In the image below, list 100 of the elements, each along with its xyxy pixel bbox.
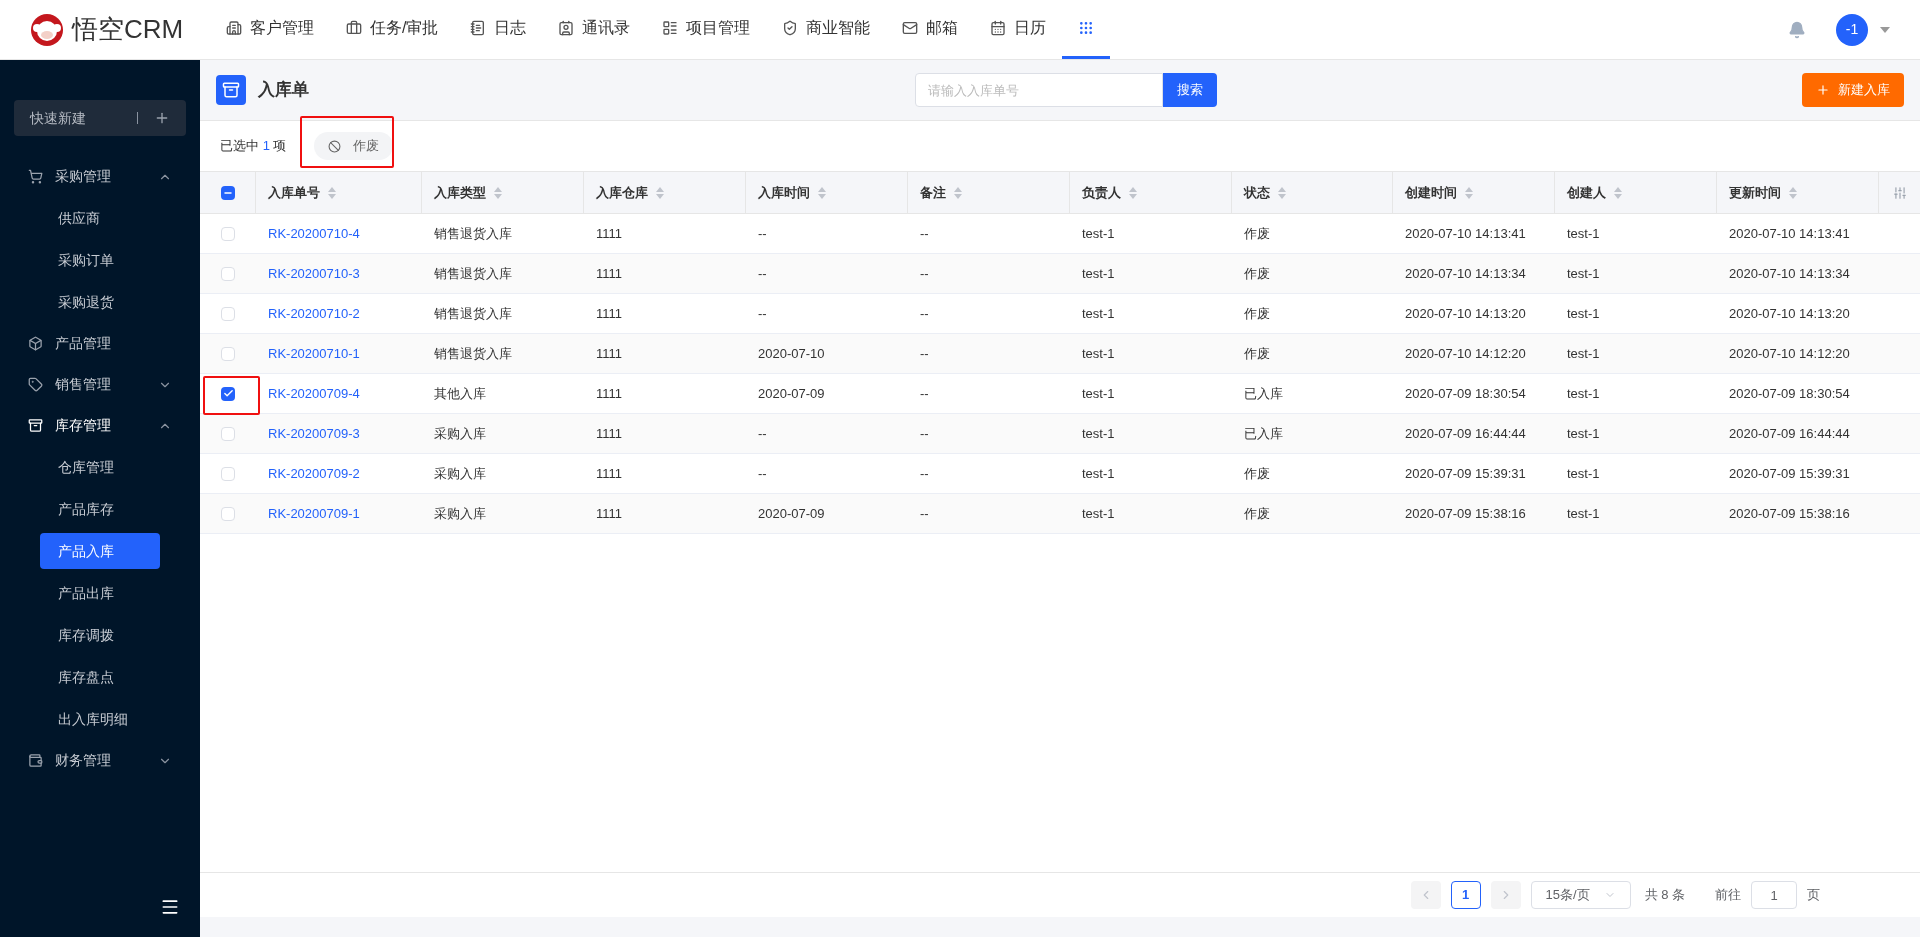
- next-page-button[interactable]: [1490, 881, 1521, 909]
- menu-group[interactable]: 库存管理: [0, 405, 200, 446]
- tag-icon: [28, 377, 43, 392]
- selection-count: 已选中 1 项: [220, 137, 287, 156]
- table-cell-text: --: [758, 224, 767, 243]
- column-header[interactable]: 入库时间: [758, 182, 810, 203]
- menu-item[interactable]: 产品出库: [40, 575, 160, 611]
- nav-tab[interactable]: 通讯录: [542, 0, 647, 59]
- menu-group[interactable]: 采购管理: [0, 156, 200, 197]
- table-cell-text: 2020-07-09 18:30:54: [1405, 384, 1526, 403]
- table-cell-text: 2020-07-09 15:39:31: [1405, 464, 1526, 483]
- building-icon: [226, 20, 242, 36]
- order-number-link[interactable]: RK-20200710-4: [268, 223, 360, 244]
- briefcase-icon: [346, 20, 362, 36]
- menu-item[interactable]: 库存调拨: [40, 617, 160, 653]
- quick-create-button[interactable]: 快速新建: [14, 100, 186, 136]
- sort-icon[interactable]: [1129, 186, 1137, 199]
- row-checkbox[interactable]: [221, 386, 235, 401]
- column-header[interactable]: 创建人: [1567, 182, 1606, 203]
- table-cell-text: 采购入库: [434, 424, 486, 443]
- row-checkbox[interactable]: [221, 306, 235, 321]
- previous-page-button[interactable]: [1410, 881, 1441, 909]
- row-checkbox[interactable]: [221, 346, 235, 361]
- table-cell-text: --: [758, 424, 767, 443]
- menu-item[interactable]: 仓库管理: [40, 449, 160, 485]
- sort-icon[interactable]: [818, 186, 826, 199]
- table-cell-text: 2020-07-10 14:12:20: [1729, 344, 1850, 363]
- calendar-icon: [990, 20, 1007, 36]
- sort-icon[interactable]: [1614, 186, 1622, 199]
- select-all-checkbox[interactable]: [220, 185, 235, 200]
- nav-tab[interactable]: 邮箱: [886, 0, 975, 59]
- column-header[interactable]: 备注: [920, 182, 946, 203]
- table-cell-text: test-1: [1567, 264, 1600, 283]
- column-header[interactable]: 入库单号: [268, 182, 320, 203]
- menu-item[interactable]: 供应商: [40, 200, 160, 236]
- sort-icon[interactable]: [954, 186, 962, 199]
- table-cell-text: 销售退货入库: [434, 344, 512, 363]
- menu-item[interactable]: 库存盘点: [40, 659, 160, 695]
- column-header[interactable]: 入库仓库: [596, 182, 648, 203]
- sort-icon[interactable]: [328, 186, 336, 199]
- column-header[interactable]: 入库类型: [434, 182, 486, 203]
- order-number-link[interactable]: RK-20200709-3: [268, 423, 360, 444]
- menu-item[interactable]: 产品库存: [40, 491, 160, 527]
- table-cell-text: 作废: [1244, 304, 1270, 323]
- sort-icon[interactable]: [1278, 186, 1286, 199]
- order-number-link[interactable]: RK-20200709-1: [268, 503, 360, 524]
- nav-tab[interactable]: 任务/审批: [330, 0, 455, 59]
- order-number-link[interactable]: RK-20200709-2: [268, 463, 360, 484]
- menu-group[interactable]: 财务管理: [0, 740, 200, 781]
- order-number-link[interactable]: RK-20200709-4: [268, 383, 360, 404]
- contact-icon: [558, 20, 575, 36]
- menu-item[interactable]: 采购订单: [40, 242, 160, 278]
- menu-item[interactable]: 产品入库: [40, 533, 160, 569]
- search-field[interactable]: 请输入入库单号: [915, 73, 1163, 107]
- page-number-button[interactable]: 1: [1450, 881, 1481, 909]
- goto-page-field[interactable]: 1: [1751, 881, 1797, 909]
- notification-icon[interactable]: [1788, 20, 1806, 39]
- table-cell-text: --: [920, 304, 929, 323]
- table-cell-text: test-1: [1082, 264, 1115, 283]
- sort-icon[interactable]: [1789, 186, 1797, 199]
- column-header[interactable]: 负责人: [1082, 182, 1121, 203]
- collapse-menu-icon[interactable]: [160, 897, 180, 917]
- page-size-select[interactable]: 15条/页: [1530, 881, 1631, 909]
- caret-icon[interactable]: [1880, 26, 1890, 33]
- nav-tab[interactable]: 商业智能: [766, 0, 887, 59]
- table-cell-text: 作废: [1244, 464, 1270, 483]
- column-header[interactable]: 创建时间: [1405, 182, 1457, 203]
- nav-tab[interactable]: 项目管理: [646, 0, 767, 59]
- row-checkbox[interactable]: [221, 266, 235, 281]
- menu-item[interactable]: 出入库明细: [40, 701, 160, 737]
- nav-tab[interactable]: 日历: [974, 0, 1063, 59]
- menu-group[interactable]: 产品管理: [0, 323, 200, 364]
- column-settings-icon[interactable]: [1892, 185, 1907, 200]
- page-title: 入库单: [258, 79, 309, 102]
- menu-group[interactable]: 销售管理: [0, 364, 200, 405]
- order-number-link[interactable]: RK-20200710-1: [268, 343, 360, 364]
- user-avatar[interactable]: -1: [1836, 13, 1868, 46]
- goto-suffix: 页: [1807, 886, 1820, 905]
- column-header[interactable]: 更新时间: [1729, 182, 1781, 203]
- column-header[interactable]: 状态: [1244, 182, 1270, 203]
- sort-icon[interactable]: [1465, 186, 1473, 199]
- table-cell-text: test-1: [1082, 224, 1115, 243]
- table-cell-text: test-1: [1567, 224, 1600, 243]
- grid-icon: [1078, 20, 1095, 36]
- menu-item[interactable]: 采购退货: [40, 284, 160, 320]
- void-button[interactable]: 作废: [314, 132, 394, 160]
- sort-icon[interactable]: [656, 186, 664, 199]
- table-cell-text: 1111: [596, 224, 623, 243]
- order-number-link[interactable]: RK-20200710-2: [268, 303, 360, 324]
- nav-tab[interactable]: 客户管理: [210, 0, 330, 59]
- row-checkbox[interactable]: [221, 226, 235, 241]
- sort-icon[interactable]: [494, 186, 502, 199]
- nav-tab[interactable]: 日志: [454, 0, 543, 59]
- search-button[interactable]: 搜索: [1163, 73, 1217, 107]
- order-number-link[interactable]: RK-20200710-3: [268, 263, 360, 284]
- row-checkbox[interactable]: [221, 426, 235, 441]
- ban-icon: [328, 139, 342, 153]
- row-checkbox[interactable]: [221, 466, 235, 481]
- row-checkbox[interactable]: [221, 506, 235, 521]
- table-cell-text: test-1: [1567, 344, 1600, 363]
